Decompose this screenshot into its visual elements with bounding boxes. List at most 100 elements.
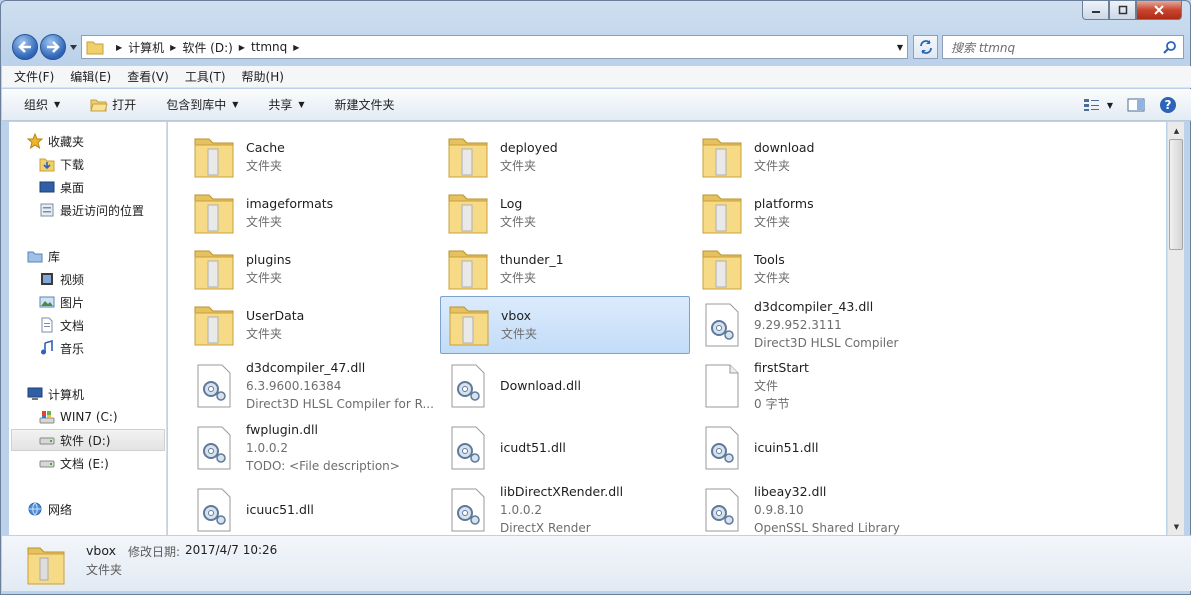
details-name: vbox: [86, 543, 116, 558]
scroll-down-arrow-icon[interactable]: ▼: [1168, 518, 1185, 535]
dll-file-icon: [190, 424, 238, 472]
folder-item[interactable]: Cache 文件夹: [186, 128, 436, 186]
vertical-scrollbar[interactable]: ▲ ▼: [1167, 122, 1184, 535]
help-button[interactable]: ?: [1159, 96, 1177, 114]
item-detail-1: 文件夹: [754, 215, 791, 229]
folder-item[interactable]: UserData 文件夹: [186, 296, 436, 354]
menu-file[interactable]: 文件(F): [14, 68, 54, 85]
file-item[interactable]: d3dcompiler_43.dll 9.29.952.3111 Direct3D …: [694, 296, 944, 354]
minimize-button[interactable]: [1082, 1, 1109, 20]
file-item[interactable]: libDirectXRender.dll 1.0.0.2 DirectX Rende…: [440, 481, 690, 535]
folder-item[interactable]: download 文件夹: [694, 128, 944, 186]
search-input[interactable]: 搜索 ttmnq: [942, 35, 1184, 59]
menu-help[interactable]: 帮助(H): [242, 68, 284, 85]
nav-drive-c-label: WIN7 (C:): [60, 410, 118, 424]
folder-item[interactable]: plugins 文件夹: [186, 240, 436, 298]
item-detail-1: 文件夹: [246, 327, 283, 341]
network-icon: [27, 501, 43, 517]
view-options-button[interactable]: ▼: [1083, 98, 1113, 112]
breadcrumb-computer[interactable]: 计算机: [128, 39, 164, 56]
file-item[interactable]: icuin51.dll: [694, 419, 944, 477]
file-item[interactable]: icudt51.dll: [440, 419, 690, 477]
back-button[interactable]: [12, 34, 38, 60]
share-button[interactable]: 共享 ▼: [268, 96, 304, 113]
nav-libraries[interactable]: 库: [27, 245, 60, 267]
scroll-up-arrow-icon[interactable]: ▲: [1168, 122, 1185, 139]
breadcrumb: ▶ 计算机 ▶ 软件 (D:) ▶ ttmnq ▶: [110, 39, 305, 56]
recent-pages-dropdown-icon[interactable]: [69, 43, 78, 52]
item-detail-1: 文件夹: [500, 215, 537, 229]
folder-item[interactable]: platforms 文件夹: [694, 184, 944, 242]
file-item[interactable]: libeay32.dll 0.9.8.10 OpenSSL Shared Libra…: [694, 481, 944, 535]
nav-network[interactable]: 网络: [27, 498, 72, 520]
close-button[interactable]: [1136, 1, 1182, 20]
folder-item[interactable]: Tools 文件夹: [694, 240, 944, 298]
breadcrumb-drive-d[interactable]: 软件 (D:): [182, 39, 232, 56]
forward-button[interactable]: [40, 34, 66, 60]
arrow-left-icon: [18, 41, 31, 53]
include-in-library-button[interactable]: 包含到库中 ▼: [166, 96, 238, 113]
nav-pictures[interactable]: 图片: [39, 291, 84, 313]
nav-desktop[interactable]: 桌面: [39, 176, 84, 198]
nav-downloads[interactable]: 下载: [39, 153, 84, 175]
menu-tools[interactable]: 工具(T): [185, 68, 226, 85]
nav-documents[interactable]: 文档: [39, 314, 84, 336]
nav-computer[interactable]: 计算机: [27, 383, 84, 405]
maximize-icon: [1118, 5, 1127, 15]
menu-bar: 文件(F) 编辑(E) 查看(V) 工具(T) 帮助(H): [2, 66, 1191, 88]
file-item[interactable]: icuuc51.dll: [186, 481, 436, 535]
breadcrumb-separator[interactable]: ▶: [293, 43, 299, 52]
preview-pane-button[interactable]: [1127, 98, 1145, 112]
downloads-folder-icon: [39, 156, 55, 172]
item-detail-1: 文件夹: [500, 159, 537, 173]
folder-item[interactable]: imageformats 文件夹: [186, 184, 436, 242]
nav-drive-e[interactable]: 文档 (E:): [39, 452, 109, 474]
breadcrumb-separator[interactable]: ▶: [170, 43, 176, 52]
breadcrumb-separator[interactable]: ▶: [116, 43, 122, 52]
nav-favorites[interactable]: 收藏夹: [27, 130, 84, 152]
folder-icon: [698, 245, 746, 293]
menu-view[interactable]: 查看(V): [127, 68, 169, 85]
scroll-thumb[interactable]: [1169, 139, 1183, 250]
file-item[interactable]: firstStart 文件 0 字节: [694, 357, 944, 415]
dll-file-icon: [698, 301, 746, 349]
item-name: deployed: [500, 140, 558, 155]
nav-recent-places[interactable]: 最近访问的位置: [39, 199, 144, 221]
drive-icon: [39, 455, 55, 471]
item-name: libeay32.dll: [754, 484, 827, 499]
item-name: d3dcompiler_47.dll: [246, 360, 366, 375]
file-item[interactable]: fwplugin.dll 1.0.0.2 TODO: <File descripti…: [186, 419, 436, 477]
breadcrumb-ttmnq[interactable]: ttmnq: [251, 40, 287, 54]
search-icon[interactable]: [1163, 40, 1177, 54]
folder-item[interactable]: thunder_1 文件夹: [440, 240, 690, 298]
dll-file-icon: [444, 362, 492, 410]
new-folder-button[interactable]: 新建文件夹: [335, 96, 395, 113]
menu-edit[interactable]: 编辑(E): [70, 68, 111, 85]
folder-item[interactable]: Log 文件夹: [440, 184, 690, 242]
address-dropdown-icon[interactable]: ▼: [897, 43, 903, 52]
address-bar[interactable]: ▶ 计算机 ▶ 软件 (D:) ▶ ttmnq ▶ ▼: [81, 35, 908, 59]
organize-button[interactable]: 组织 ▼: [24, 96, 60, 113]
item-detail-1: 文件夹: [246, 215, 283, 229]
open-button[interactable]: 打开: [90, 96, 136, 113]
file-icon: [698, 362, 746, 410]
maximize-button[interactable]: [1109, 1, 1136, 20]
nav-drive-c[interactable]: WIN7 (C:): [39, 406, 118, 428]
folder-icon: [190, 245, 238, 293]
nav-downloads-label: 下载: [60, 157, 85, 172]
nav-favorites-label: 收藏夹: [48, 134, 85, 149]
folder-item[interactable]: vbox 文件夹: [440, 296, 690, 354]
item-detail-1: 1.0.0.2: [500, 503, 542, 517]
nav-desktop-label: 桌面: [60, 180, 85, 195]
breadcrumb-separator[interactable]: ▶: [239, 43, 245, 52]
folder-item[interactable]: deployed 文件夹: [440, 128, 690, 186]
file-item[interactable]: d3dcompiler_47.dll 6.3.9600.16384 Direct3D…: [186, 357, 436, 415]
nav-music[interactable]: 音乐: [39, 337, 84, 359]
item-detail-1: 文件夹: [246, 159, 283, 173]
file-item[interactable]: Download.dll: [440, 357, 690, 415]
nav-drive-d[interactable]: 软件 (D:): [11, 429, 165, 451]
item-name: thunder_1: [500, 252, 564, 267]
nav-videos[interactable]: 视频: [39, 268, 84, 290]
item-name: libDirectXRender.dll: [500, 484, 624, 499]
refresh-button[interactable]: [913, 35, 938, 59]
